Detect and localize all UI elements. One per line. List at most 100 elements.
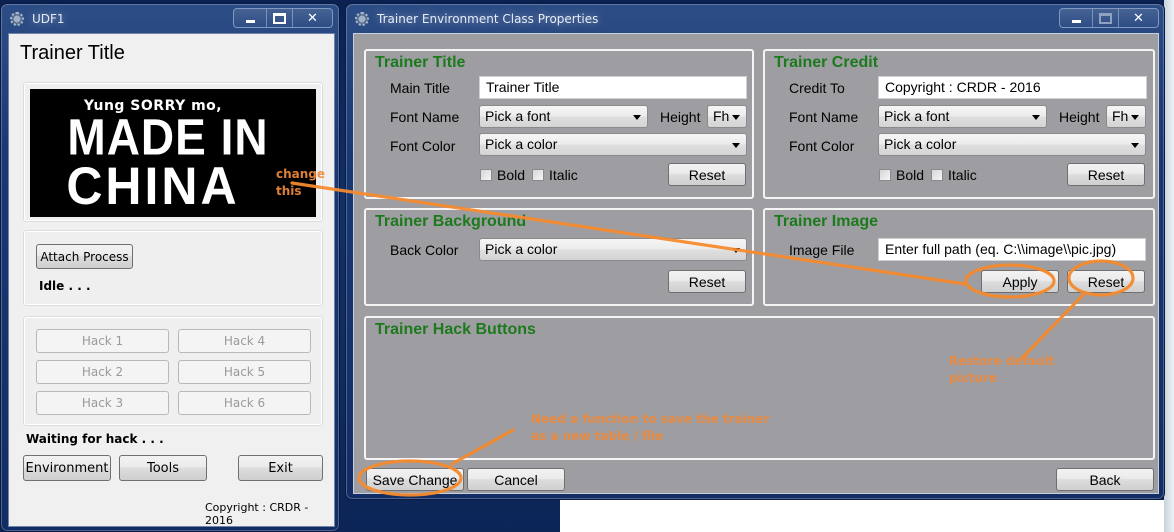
height-select[interactable]: Fh — [707, 105, 747, 128]
bold-label: Bold — [497, 167, 526, 183]
hack-3-button[interactable]: Hack 3 — [36, 391, 169, 415]
annotation-restore-default: Restore default picture — [949, 353, 1054, 387]
italic-label: Italic — [549, 167, 578, 183]
font-name-select[interactable]: Pick a font — [479, 105, 648, 128]
italic-label: Italic — [948, 167, 977, 183]
image-reset-button[interactable]: Reset — [1067, 270, 1145, 293]
udf1-titlebar[interactable]: UDF1 ✕ — [1, 4, 339, 34]
properties-caption-buttons: ✕ — [1059, 8, 1159, 28]
attach-process-button[interactable]: Attach Process — [36, 244, 133, 269]
font-name-select[interactable]: Pick a font — [878, 105, 1047, 128]
annotation-line: picture — [949, 371, 998, 385]
hack-2-button[interactable]: Hack 2 — [36, 360, 169, 384]
height-label: Height — [660, 109, 701, 125]
chevron-down-icon — [633, 115, 641, 120]
process-group: Attach Process Idle . . . — [23, 230, 323, 306]
minimize-icon[interactable] — [1060, 9, 1094, 27]
trainer-title-group: Trainer Title Main Title Trainer Title F… — [364, 49, 754, 199]
font-name-value: Pick a font — [884, 108, 950, 124]
image-file-label: Image File — [789, 242, 855, 258]
trainer-title-label: Trainer Title — [20, 42, 125, 64]
properties-window-title: Trainer Environment Class Properties — [377, 12, 599, 26]
process-status: Idle . . . — [39, 279, 91, 293]
font-color-value: Pick a color — [485, 136, 558, 152]
hack-4-button[interactable]: Hack 4 — [178, 329, 311, 353]
checkbox-icon — [879, 169, 891, 181]
background-window-edge — [1164, 0, 1174, 532]
close-icon[interactable]: ✕ — [1118, 9, 1158, 27]
checkbox-icon — [480, 169, 492, 181]
apply-button[interactable]: Apply — [981, 270, 1059, 293]
bold-label: Bold — [896, 167, 925, 183]
trainer-background-group: Trainer Background Back Color Pick a col… — [364, 208, 754, 306]
bold-checkbox[interactable]: Bold — [480, 167, 525, 183]
annotation-line: Need a function to save the trainer — [531, 412, 770, 426]
annotation-line: as a new table / file — [531, 429, 664, 443]
title-reset-button[interactable]: Reset — [668, 163, 746, 186]
height-label: Height — [1059, 109, 1100, 125]
trainer-image-group: Trainer Image Image File Enter full path… — [763, 208, 1155, 306]
annotation-line: Restore default — [949, 354, 1055, 368]
trainer-image-line3: CHINA — [66, 156, 240, 216]
annotation-line: change — [276, 167, 326, 181]
credit-to-input[interactable]: Copyright : CRDR - 2016 — [878, 76, 1147, 99]
font-color-label: Font Color — [390, 138, 456, 154]
font-name-label: Font Name — [390, 109, 460, 125]
group-title: Trainer Credit — [774, 54, 879, 71]
maximize-icon[interactable] — [267, 9, 293, 27]
chevron-down-icon — [732, 248, 740, 253]
tools-button[interactable]: Tools — [119, 455, 207, 481]
copyright-label: Copyright : CRDR - 2016 — [205, 501, 309, 527]
font-name-value: Pick a font — [485, 108, 551, 124]
save-change-button[interactable]: Save Change — [366, 468, 464, 491]
checkbox-icon — [532, 169, 544, 181]
cancel-button[interactable]: Cancel — [467, 468, 565, 491]
environment-button[interactable]: Environment — [23, 455, 111, 481]
credit-reset-button[interactable]: Reset — [1067, 163, 1145, 186]
close-icon[interactable]: ✕ — [292, 9, 332, 27]
back-button[interactable]: Back — [1056, 468, 1154, 491]
chevron-down-icon — [732, 115, 740, 120]
main-title-label: Main Title — [390, 80, 450, 96]
hack-1-button[interactable]: Hack 1 — [36, 329, 169, 353]
italic-checkbox[interactable]: Italic — [532, 167, 578, 183]
udf1-caption-buttons: ✕ — [233, 8, 333, 28]
credit-to-label: Credit To — [789, 80, 845, 96]
hack-6-button[interactable]: Hack 6 — [178, 391, 311, 415]
trainer-image-frame: Yung SORRY mo, MADE IN CHINA — [23, 82, 323, 222]
main-title-input[interactable]: Trainer Title — [479, 76, 747, 99]
hack-buttons-group: Hack 1 Hack 2 Hack 3 Hack 4 Hack 5 Hack … — [23, 316, 323, 426]
italic-checkbox[interactable]: Italic — [931, 167, 977, 183]
chevron-down-icon — [1131, 143, 1139, 148]
maximize-icon[interactable] — [1093, 9, 1119, 27]
udf1-window: UDF1 ✕ Trainer Title Yung SORRY mo, MADE… — [0, 3, 340, 532]
hack-5-button[interactable]: Hack 5 — [178, 360, 311, 384]
font-color-select[interactable]: Pick a color — [878, 133, 1146, 156]
height-select[interactable]: Fh — [1106, 105, 1146, 128]
app-gear-icon — [354, 11, 370, 27]
bold-checkbox[interactable]: Bold — [879, 167, 924, 183]
udf1-window-title: UDF1 — [32, 12, 65, 26]
exit-button[interactable]: Exit — [238, 455, 323, 481]
trainer-credit-group: Trainer Credit Credit To Copyright : CRD… — [763, 49, 1155, 199]
back-color-value: Pick a color — [485, 241, 558, 257]
group-title: Trainer Image — [774, 213, 879, 230]
group-title: Trainer Hack Buttons — [375, 321, 536, 338]
font-color-select[interactable]: Pick a color — [479, 133, 747, 156]
annotation-change-this: change this — [276, 166, 325, 200]
back-color-select[interactable]: Pick a color — [479, 238, 747, 261]
back-color-label: Back Color — [390, 242, 459, 258]
properties-titlebar[interactable]: Trainer Environment Class Properties ✕ — [346, 4, 1164, 34]
background-reset-button[interactable]: Reset — [668, 270, 746, 293]
desktop-background — [560, 500, 1174, 532]
group-title: Trainer Title — [375, 54, 466, 71]
chevron-down-icon — [1131, 115, 1139, 120]
chevron-down-icon — [732, 143, 740, 148]
height-value: Fh — [713, 108, 730, 124]
annotation-save-function: Need a function to save the trainer as a… — [531, 411, 769, 445]
minimize-icon[interactable] — [234, 9, 268, 27]
chevron-down-icon — [1032, 115, 1040, 120]
group-title: Trainer Background — [375, 213, 527, 230]
image-file-input[interactable]: Enter full path (eq. C:\\image\\pic.jpg) — [878, 238, 1146, 261]
annotation-line: this — [276, 184, 302, 198]
